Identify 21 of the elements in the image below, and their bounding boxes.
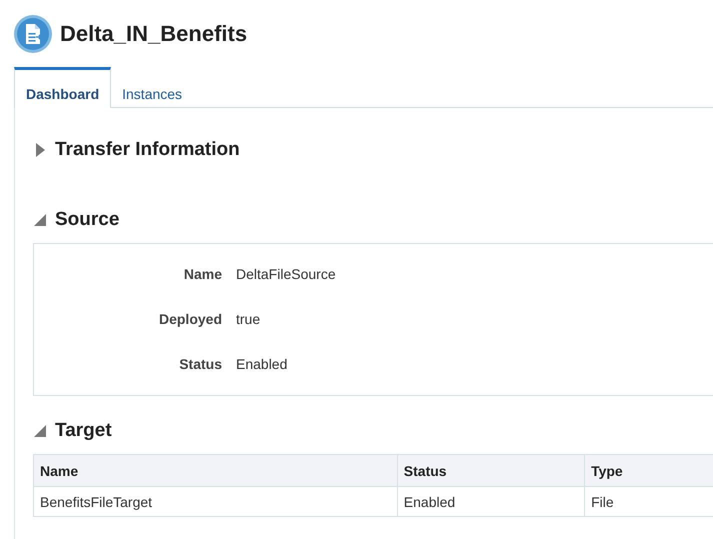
tab[interactable]: Instances: [111, 67, 194, 108]
column-header: Name: [34, 454, 398, 486]
document-icon: [13, 14, 53, 54]
column-header: Type: [584, 454, 713, 486]
expand-triangle-icon[interactable]: [33, 143, 47, 157]
section-title: Transfer Information: [55, 139, 240, 161]
field-value: true: [236, 310, 262, 329]
field-label: Status: [178, 355, 223, 374]
tab[interactable]: Dashboard: [14, 67, 112, 108]
table-cell: BenefitsFileTarget: [34, 486, 398, 516]
field-label: Deployed: [158, 310, 223, 329]
section-title: Source: [55, 209, 120, 231]
field-label: Name: [182, 265, 223, 284]
section-title: Target: [55, 420, 112, 442]
column-header: Status: [397, 454, 585, 486]
field-value: DeltaFileSource: [236, 265, 337, 284]
collapse-triangle-icon[interactable]: [33, 213, 47, 227]
field-value: Enabled: [236, 355, 288, 374]
collapse-triangle-icon[interactable]: [33, 424, 47, 438]
page-title: Delta_IN_Benefits: [60, 21, 248, 47]
table-cell: Enabled: [397, 486, 585, 516]
